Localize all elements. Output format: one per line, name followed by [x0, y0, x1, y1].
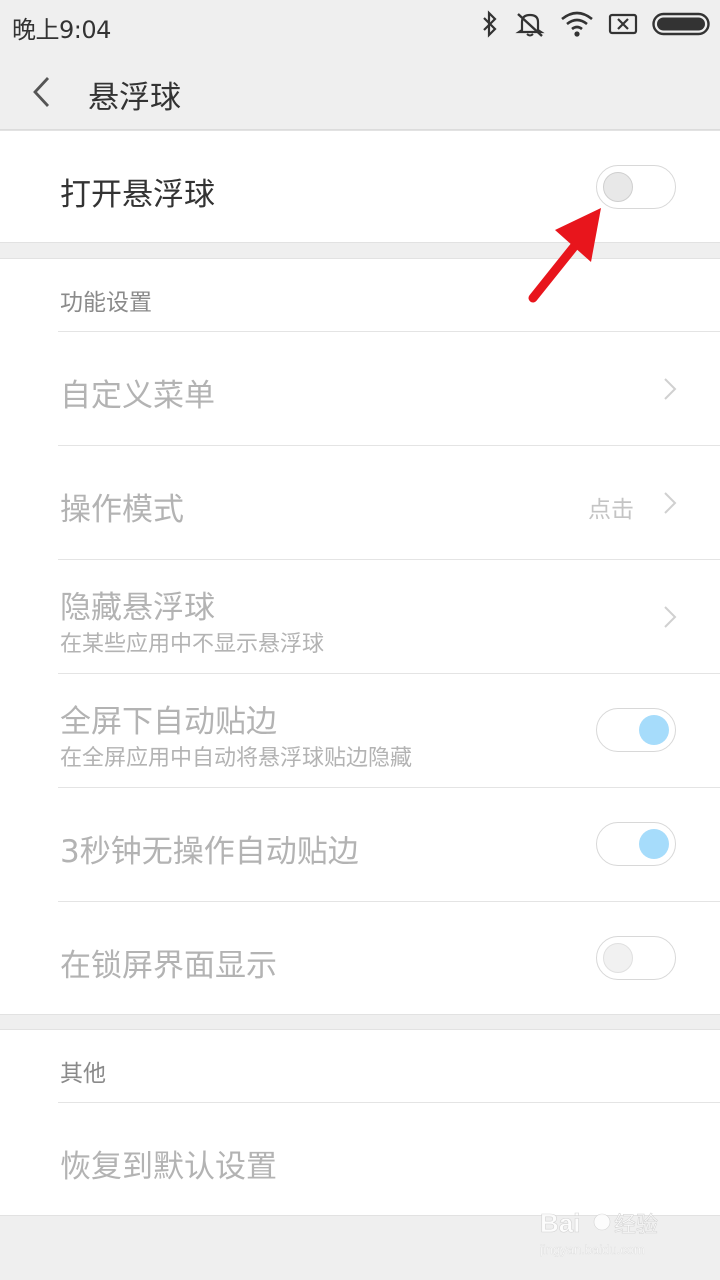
svg-text:jingyan.baidu.com: jingyan.baidu.com	[540, 1242, 645, 1257]
chevron-right-icon	[662, 376, 678, 402]
operation-mode-value: 点击	[588, 497, 634, 523]
svg-text:Bai: Bai	[540, 1208, 580, 1238]
reset-defaults-row[interactable]: 恢复到默认设置	[0, 1103, 720, 1216]
toggle-knob	[603, 943, 633, 973]
other-card: 其他 恢复到默认设置	[0, 1029, 720, 1216]
fullscreen-edge-row[interactable]: 全屏下自动贴边 在全屏应用中自动将悬浮球贴边隐藏	[0, 674, 720, 787]
sim-icon	[608, 12, 638, 40]
hide-ball-row[interactable]: 隐藏悬浮球 在某些应用中不显示悬浮球	[0, 560, 720, 673]
idle-edge-label: 3秒钟无操作自动贴边	[60, 834, 359, 870]
annotation-arrow-icon	[525, 200, 615, 310]
section-title-function: 功能设置	[60, 290, 152, 316]
lockscreen-row[interactable]: 在锁屏界面显示	[0, 902, 720, 1015]
custom-menu-label: 自定义菜单	[60, 378, 215, 414]
operation-mode-label: 操作模式	[60, 492, 184, 528]
idle-edge-toggle[interactable]	[596, 822, 676, 866]
custom-menu-row[interactable]: 自定义菜单	[0, 332, 720, 445]
fullscreen-edge-label: 全屏下自动贴边	[60, 704, 277, 740]
chevron-right-icon	[662, 490, 678, 516]
idle-edge-row[interactable]: 3秒钟无操作自动贴边	[0, 788, 720, 901]
lockscreen-toggle[interactable]	[596, 936, 676, 980]
baidu-watermark-logo: Bai 经验 jingyan.baidu.com	[539, 1202, 690, 1262]
status-icons	[480, 10, 710, 42]
fullscreen-edge-sublabel: 在全屏应用中自动将悬浮球贴边隐藏	[60, 746, 413, 771]
app-header: 悬浮球	[0, 52, 720, 130]
toggle-knob	[603, 172, 633, 202]
toggle-knob	[639, 829, 669, 859]
fullscreen-edge-toggle[interactable]	[596, 708, 676, 752]
svg-text:经验: 经验	[614, 1212, 658, 1237]
hide-ball-sublabel: 在某些应用中不显示悬浮球	[60, 632, 325, 657]
section-title-other: 其他	[60, 1061, 106, 1087]
wifi-icon	[560, 10, 594, 42]
status-time: 晚上9:04	[12, 16, 111, 44]
mute-icon	[514, 10, 546, 42]
toggle-knob	[639, 715, 669, 745]
reset-defaults-label: 恢复到默认设置	[60, 1149, 277, 1185]
bluetooth-icon	[480, 10, 500, 42]
chevron-right-icon	[662, 604, 678, 630]
page-title: 悬浮球	[88, 80, 181, 116]
main-toggle-label: 打开悬浮球	[60, 177, 215, 213]
status-bar: 晚上9:04	[0, 0, 720, 52]
back-arrow-icon[interactable]	[28, 72, 58, 112]
battery-icon	[652, 11, 710, 41]
hide-ball-label: 隐藏悬浮球	[60, 590, 215, 626]
function-settings-card: 功能设置 自定义菜单 操作模式 点击 隐藏悬浮球 在某些应用中不显示悬浮球 全屏…	[0, 258, 720, 1015]
operation-mode-row[interactable]: 操作模式 点击	[0, 446, 720, 559]
lockscreen-label: 在锁屏界面显示	[60, 948, 277, 984]
